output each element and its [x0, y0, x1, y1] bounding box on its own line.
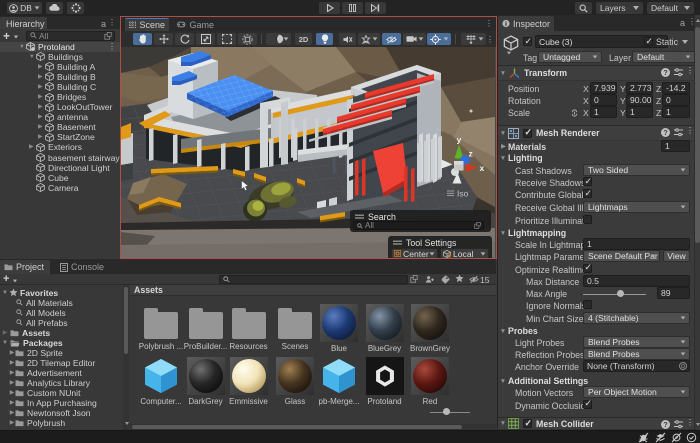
svg-text:y: y — [457, 135, 462, 145]
svg-text:Iso: Iso — [457, 189, 469, 199]
svg-text:z: z — [469, 149, 473, 159]
svg-text:x: x — [480, 163, 485, 173]
